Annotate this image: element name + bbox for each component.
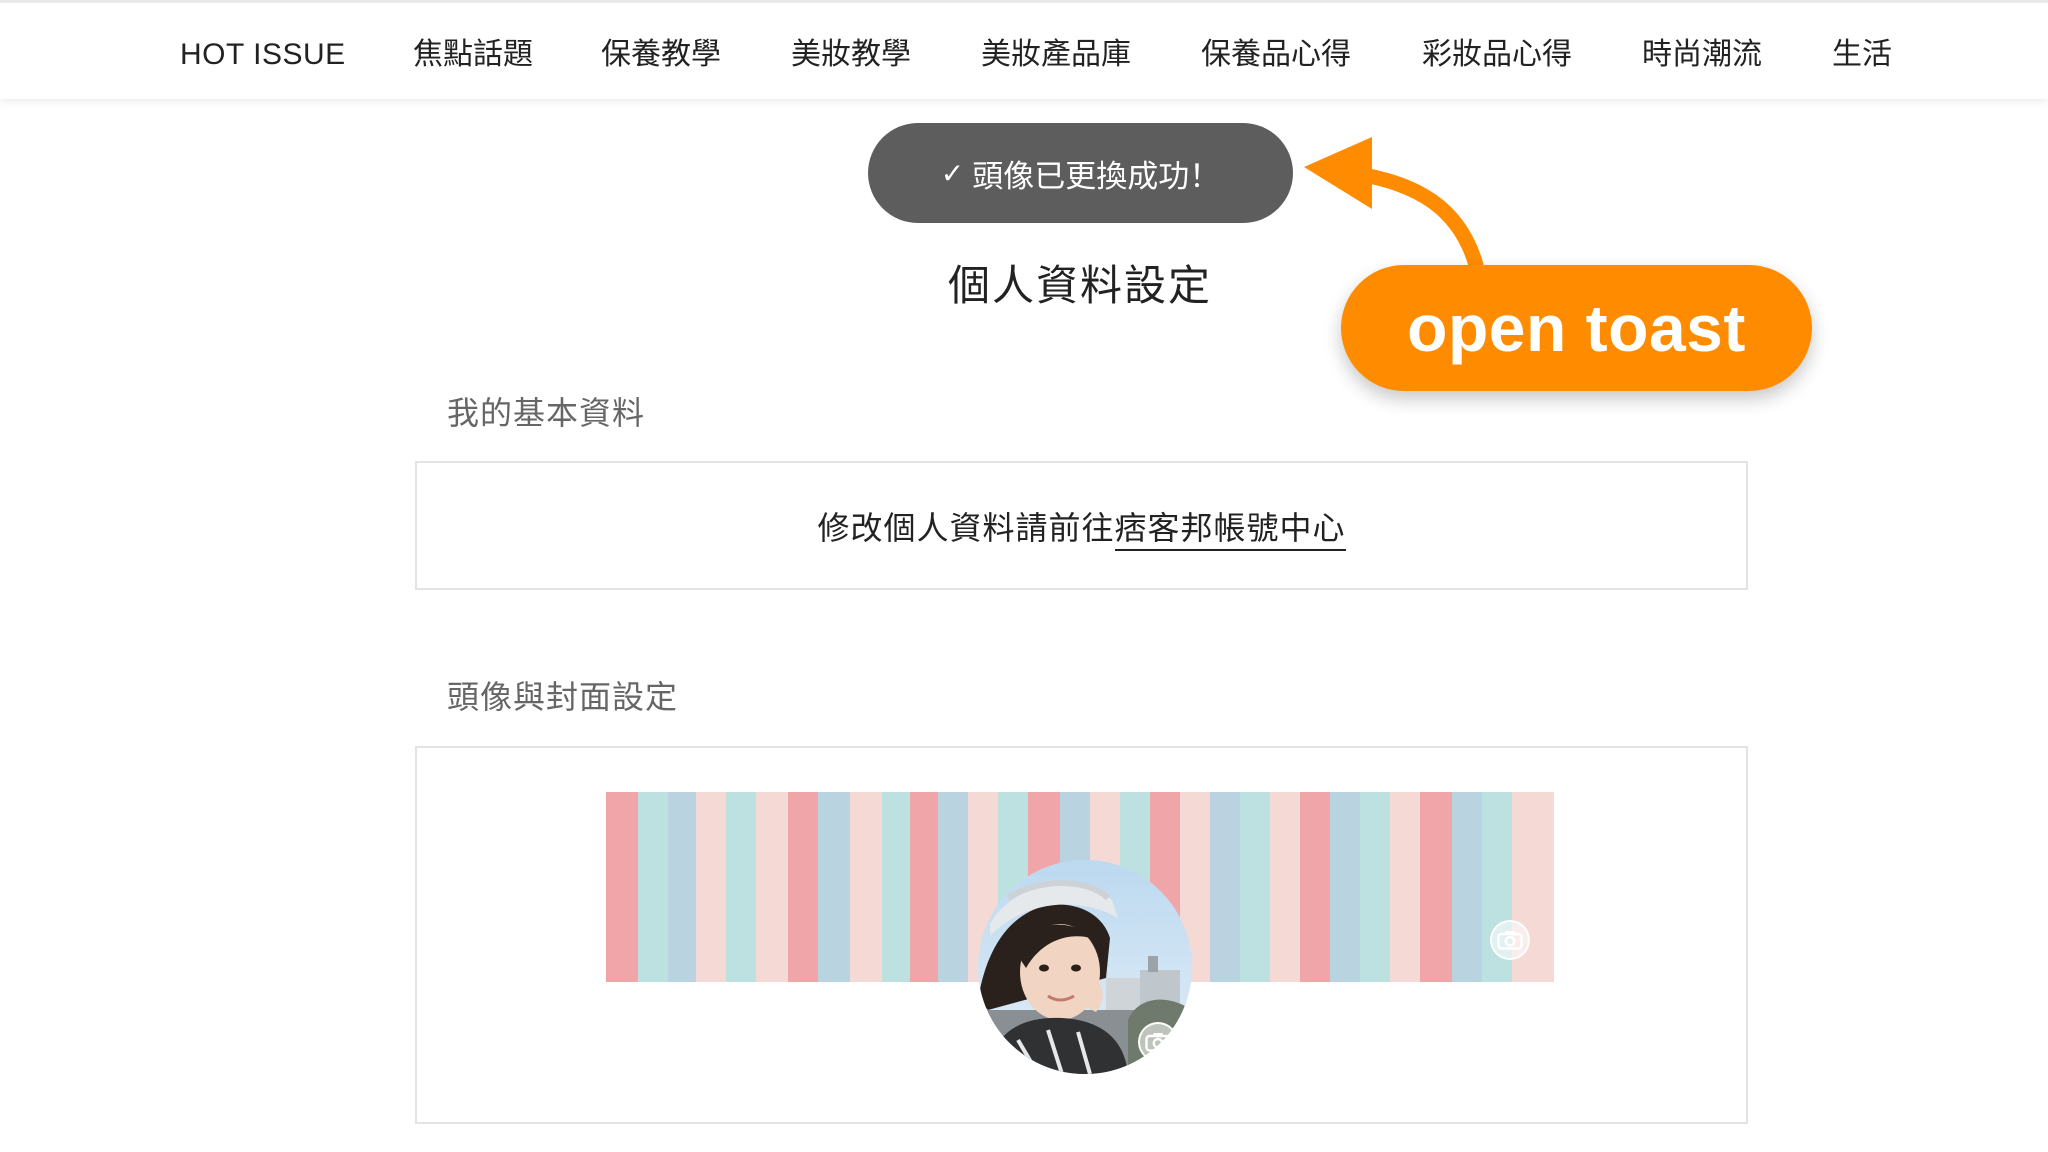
success-toast: ✓ 頭像已更換成功！ — [868, 123, 1293, 223]
cover-camera-button[interactable] — [1490, 920, 1530, 960]
toast-message: 頭像已更換成功！ — [972, 158, 1221, 195]
nav-item-focus-topics[interactable]: 焦點話題 — [413, 33, 533, 77]
camera-icon — [1145, 1033, 1171, 1052]
top-navigation: HOT ISSUE 焦點話題 保養教學 美妝教學 美妝產品庫 保養品心得 彩妝品… — [0, 0, 2048, 99]
nav-item-cosmetics-reviews[interactable]: 彩妝品心得 — [1422, 33, 1572, 77]
nav-item-skincare-reviews[interactable]: 保養品心得 — [1201, 33, 1351, 77]
nav-item-skincare-tutorials[interactable]: 保養教學 — [601, 33, 721, 77]
nav-item-beauty-product-library[interactable]: 美妝產品庫 — [981, 33, 1131, 77]
basic-info-section-title: 我的基本資料 — [447, 394, 646, 432]
basic-info-prefix: 修改個人資料請前往 — [817, 508, 1115, 547]
basic-info-box: 修改個人資料請前往痞客邦帳號中心 — [415, 461, 1748, 590]
annotation-arrow-icon — [1304, 137, 1484, 273]
check-icon: ✓ — [940, 156, 965, 190]
avatar-camera-button[interactable] — [1138, 1022, 1178, 1062]
nav-item-lifestyle[interactable]: 生活 — [1832, 33, 1892, 77]
nav-item-makeup-tutorials[interactable]: 美妝教學 — [791, 33, 911, 77]
annotation-label: open toast — [1341, 265, 1812, 391]
account-center-link[interactable]: 痞客邦帳號中心 — [1114, 508, 1346, 551]
nav-item-hot-issue[interactable]: HOT ISSUE — [180, 33, 346, 77]
avatar-cover-section-title: 頭像與封面設定 — [447, 678, 679, 716]
camera-icon — [1497, 931, 1523, 950]
nav-item-fashion-trends[interactable]: 時尚潮流 — [1642, 33, 1762, 77]
page: HOT ISSUE 焦點話題 保養教學 美妝教學 美妝產品庫 保養品心得 彩妝品… — [0, 0, 2048, 1152]
basic-info-text: 修改個人資料請前往痞客邦帳號中心 — [817, 503, 1346, 551]
